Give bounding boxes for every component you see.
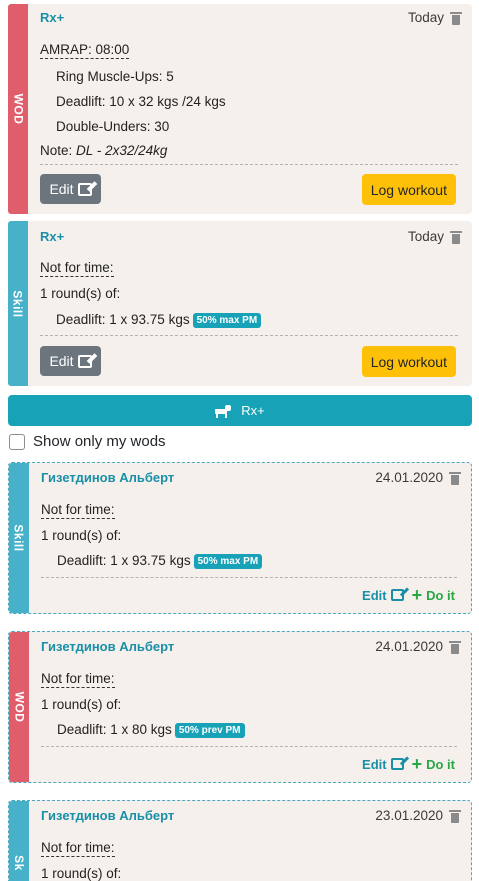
exercise-item: Ring Muscle-Ups: 5 xyxy=(56,69,174,84)
card-date: Today xyxy=(407,229,444,244)
workout-title: Not for time: xyxy=(41,671,115,688)
show-only-my-wods-filter[interactable]: Show only my wods xyxy=(9,433,166,450)
card-date: Today xyxy=(407,10,444,25)
percent-badge: 50% max PM xyxy=(193,554,263,569)
trash-icon[interactable] xyxy=(450,11,462,25)
trash-icon[interactable] xyxy=(449,471,461,485)
rx-plus-button[interactable]: Rx+ xyxy=(8,395,472,426)
exercise-item: Deadlift: 1 x 93.75 kgs 50% max PM xyxy=(56,312,262,328)
exercise-item: Deadlift: 10 x 32 kgs /24 kgs xyxy=(56,94,226,109)
card-type-label: Skill xyxy=(9,463,29,613)
filter-label: Show only my wods xyxy=(33,433,166,450)
card-date: 23.01.2020 xyxy=(375,808,443,823)
workout-title: AMRAP: 08:00 xyxy=(40,42,130,59)
trash-icon[interactable] xyxy=(449,640,461,654)
trash-icon[interactable] xyxy=(449,809,461,823)
wod-card: WOD Rx+ Today AMRAP: 08:00 Ring Muscle-U… xyxy=(8,4,472,214)
rounds-text: 1 round(s) of: xyxy=(41,528,122,543)
rx-plus-label: Rx+ xyxy=(241,403,265,418)
edit-button[interactable]: Edit xyxy=(40,174,101,204)
exercise-item: Deadlift: 1 x 93.75 kgs 50% max PM xyxy=(57,553,263,569)
exercise-item: Deadlift: 1 x 80 kgs 50% prev PM xyxy=(57,722,245,738)
trash-icon[interactable] xyxy=(450,230,462,244)
rounds-text: 1 round(s) of: xyxy=(41,866,122,881)
edit-button[interactable]: Edit xyxy=(40,346,101,376)
workout-title: Not for time: xyxy=(41,502,115,519)
card-author-link[interactable]: Rx+ xyxy=(40,10,64,25)
percent-badge: 50% max PM xyxy=(192,313,262,328)
plus-icon: + xyxy=(411,585,423,605)
rounds-text: 1 round(s) of: xyxy=(40,286,121,301)
card-author-link[interactable]: Rx+ xyxy=(40,229,64,244)
list-item: Skill Гизетдинов Альберт 24.01.2020 Not … xyxy=(8,462,472,614)
edit-icon xyxy=(77,354,92,368)
list-item: WOD Гизетдинов Альберт 24.01.2020 Not fo… xyxy=(8,631,472,783)
log-workout-button[interactable]: Log workout xyxy=(361,174,456,205)
edit-icon xyxy=(77,182,92,196)
workout-note: Note: DL - 2x32/24kg xyxy=(40,143,168,158)
dog-icon xyxy=(215,404,232,418)
plus-icon: + xyxy=(411,754,423,774)
card-date: 24.01.2020 xyxy=(375,639,443,654)
card-author-link[interactable]: Гизетдинов Альберт xyxy=(41,808,174,823)
workout-title: Not for time: xyxy=(40,260,114,277)
show-only-my-wods-checkbox[interactable] xyxy=(9,433,25,450)
log-workout-button[interactable]: Log workout xyxy=(361,346,456,377)
skill-card: Skill Rx+ Today Not for time: 1 round(s)… xyxy=(8,221,472,386)
card-type-label: WOD xyxy=(9,632,29,782)
edit-icon xyxy=(390,758,404,770)
do-it-link[interactable]: + Do it xyxy=(412,755,455,773)
edit-icon xyxy=(390,589,404,601)
workout-title: Not for time: xyxy=(41,840,115,857)
do-it-link[interactable]: + Do it xyxy=(412,586,455,604)
card-type-label: Skill xyxy=(8,221,28,386)
list-item: Sk Гизетдинов Альберт 23.01.2020 Not for… xyxy=(8,800,472,881)
card-type-label: WOD xyxy=(8,4,28,214)
exercise-item: Double-Unders: 30 xyxy=(56,119,170,134)
card-author-link[interactable]: Гизетдинов Альберт xyxy=(41,470,174,485)
edit-link[interactable]: Edit xyxy=(362,588,404,603)
percent-badge: 50% prev PM xyxy=(174,723,245,738)
card-type-label: Sk xyxy=(9,801,29,881)
card-date: 24.01.2020 xyxy=(375,470,443,485)
rounds-text: 1 round(s) of: xyxy=(41,697,122,712)
card-author-link[interactable]: Гизетдинов Альберт xyxy=(41,639,174,654)
edit-link[interactable]: Edit xyxy=(362,757,404,772)
